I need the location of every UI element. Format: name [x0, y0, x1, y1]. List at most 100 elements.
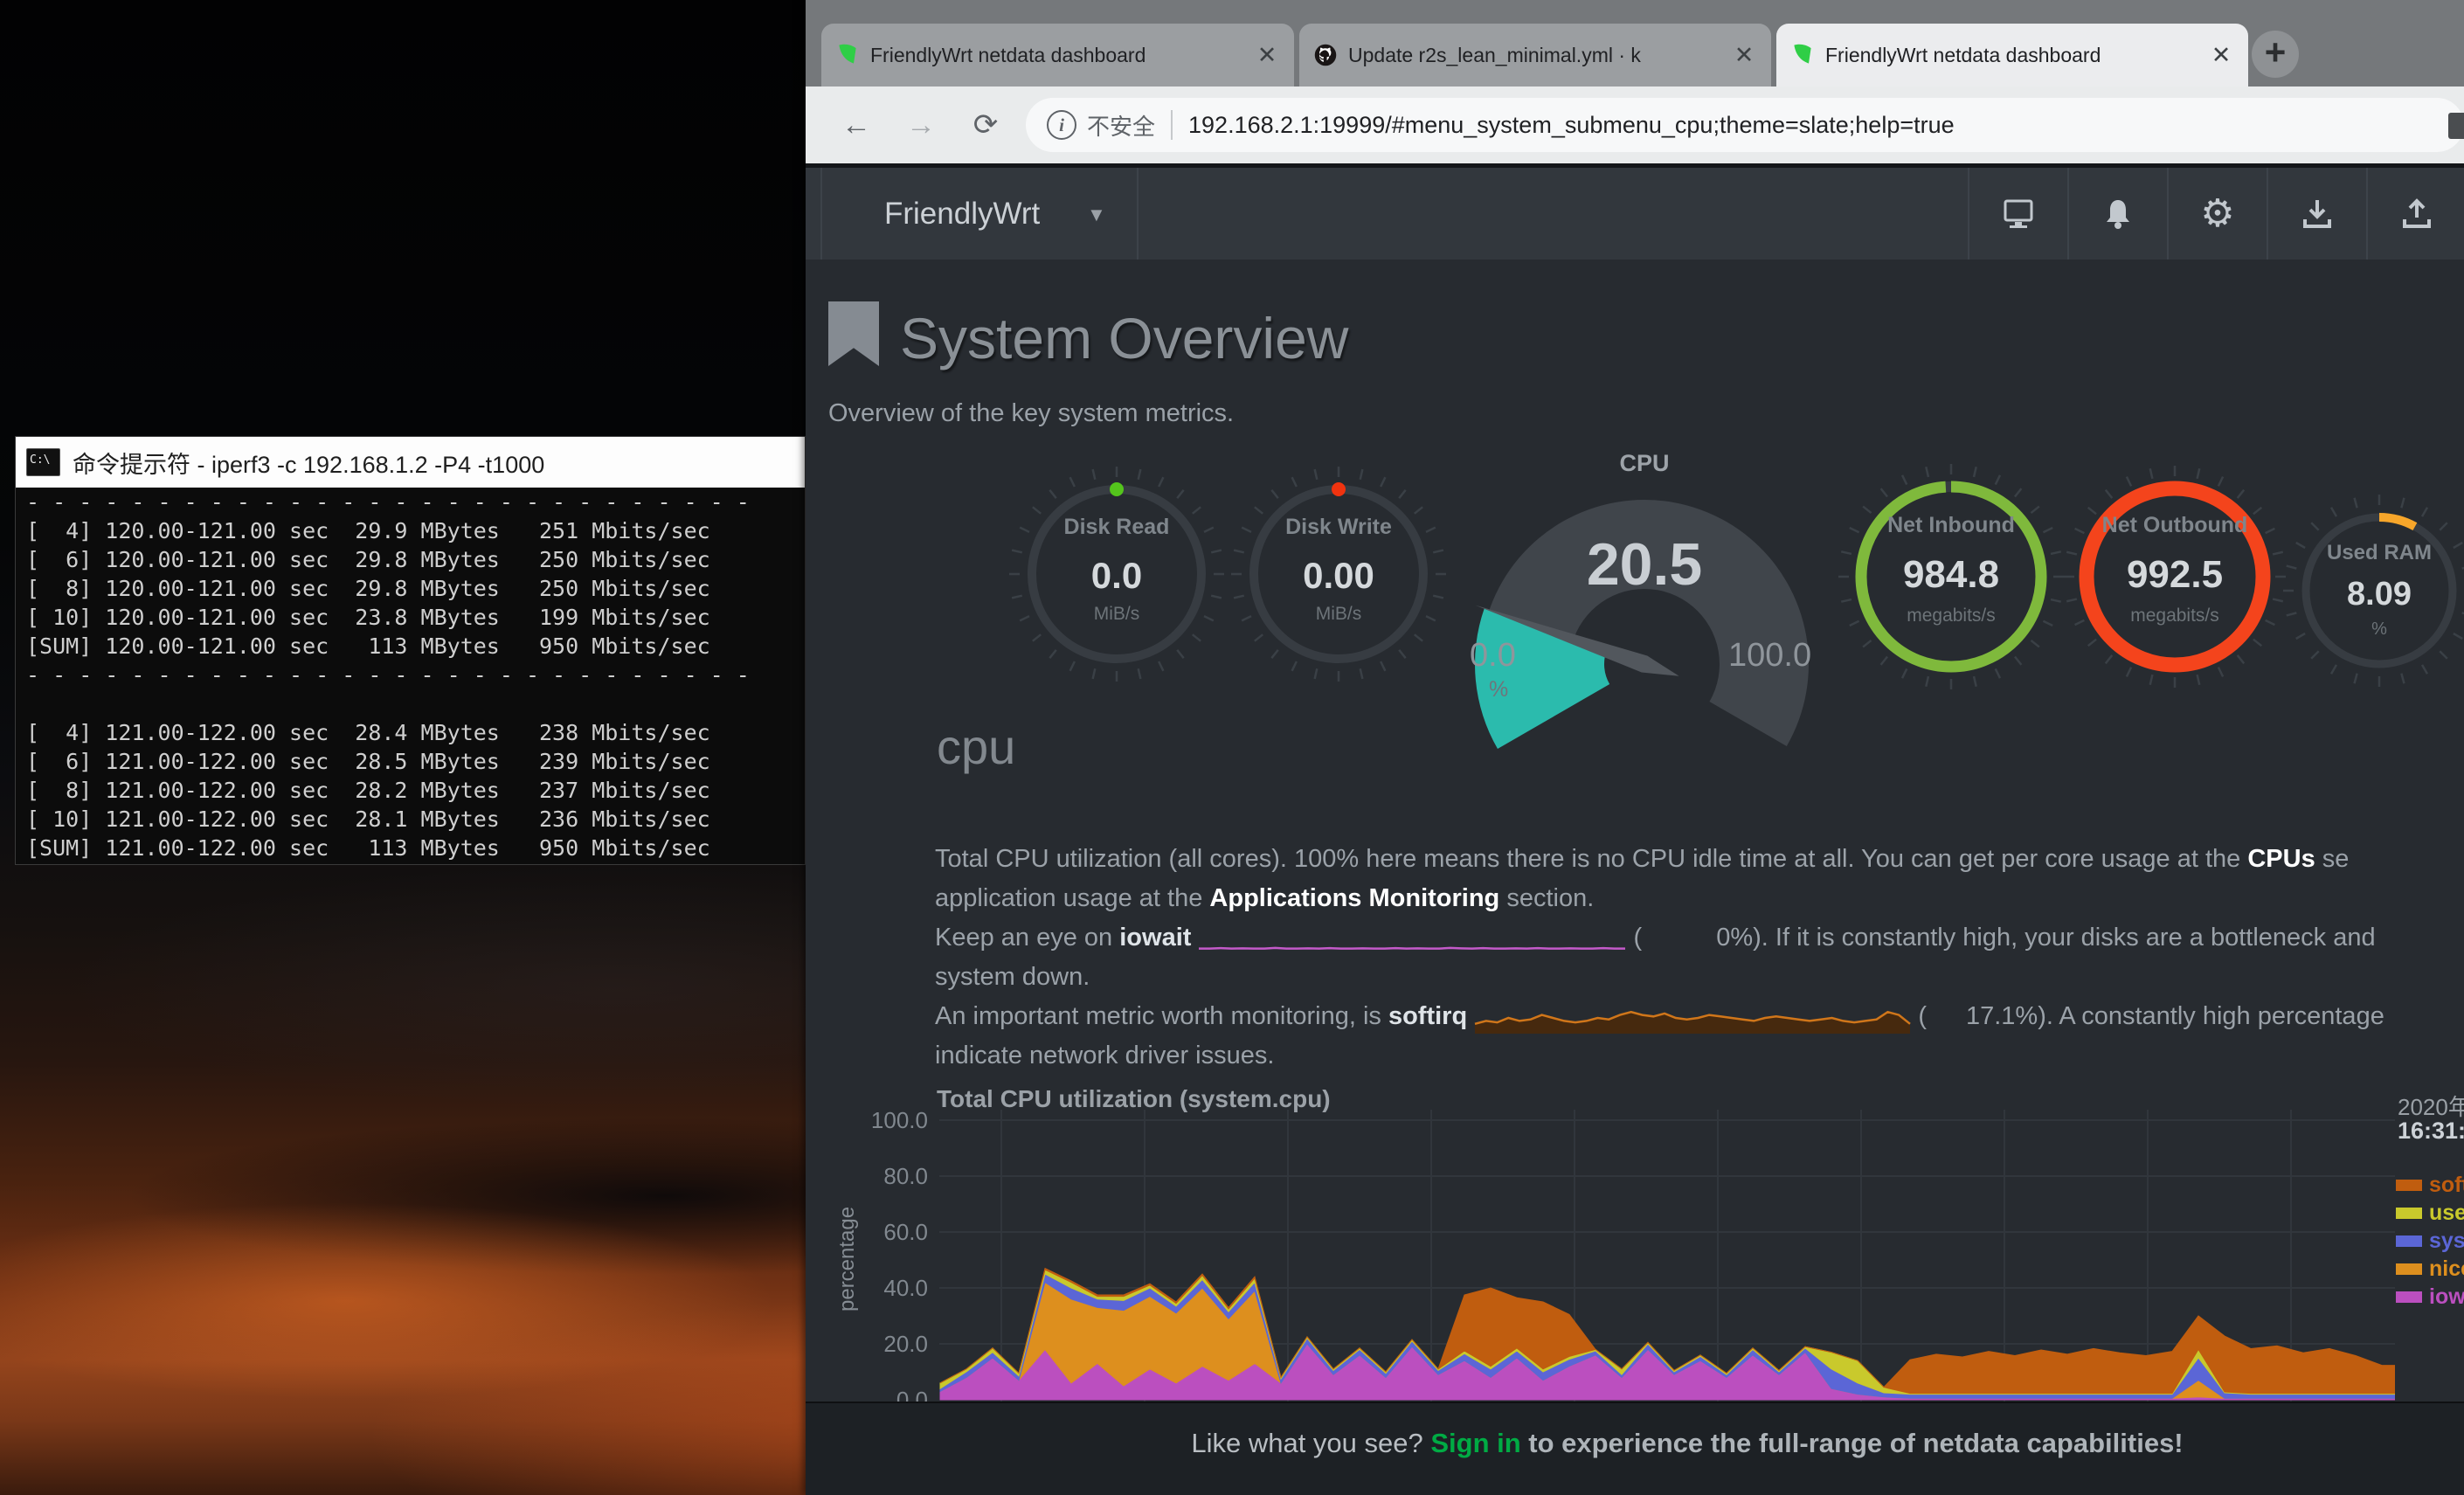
help-text: se	[2315, 845, 2350, 873]
cpu-gauge-value: 20.5	[1548, 530, 1741, 599]
section-heading-cpu: cpu	[937, 718, 1015, 775]
cpu-gauge-min: 0.0	[1470, 637, 1516, 675]
help-text: Total CPU utilization (all cores). 100% …	[935, 845, 2247, 873]
new-tab-button[interactable]: +	[2252, 31, 2299, 78]
import-snapshot-button[interactable]	[2268, 168, 2366, 260]
help-paragraph-line: application usage at the Applications Mo…	[935, 879, 1594, 918]
terminal-line: [ 6] 120.00-121.00 sec 29.8 MBytes 250 M…	[16, 545, 805, 574]
chart-time: 16:31:2	[2398, 1118, 2464, 1145]
url-text[interactable]: 192.168.2.1:19999/#menu_system_submenu_c…	[1188, 112, 1955, 139]
legend-swatch	[2396, 1180, 2422, 1191]
terminal-titlebar[interactable]: C:\ 命令提示符 - iperf3 -c 192.168.1.2 -P4 -t…	[16, 437, 805, 488]
gauge-label: Disk Write	[1251, 515, 1426, 540]
gauge-label: Used RAM	[2292, 541, 2464, 565]
chart-ytick: 80.0	[841, 1163, 928, 1189]
terminal-output: - - - - - - - - - - - - - - - - - - - - …	[16, 488, 805, 864]
help-text: section.	[1499, 884, 1594, 912]
bookmark-star-icon[interactable]	[2448, 113, 2464, 139]
chart-ytick: 40.0	[841, 1275, 928, 1301]
terminal-line: [ 4] 121.00-122.00 sec 28.4 MBytes 238 M…	[16, 718, 805, 747]
legend-swatch	[2396, 1263, 2422, 1275]
alarms-button[interactable]	[2069, 168, 2167, 260]
signin-post: to experience the full-range of netdata …	[1521, 1428, 2184, 1458]
help-text: Keep an eye on	[935, 924, 1119, 952]
tab-close-icon[interactable]: ✕	[2208, 42, 2234, 69]
navbar-divider	[820, 168, 822, 260]
help-paragraph-line: Keep an eye on iowait (0%). If it is con…	[935, 918, 2376, 958]
legend-item[interactable]: system	[2396, 1227, 2464, 1255]
gauges-canvas	[806, 260, 2464, 749]
help-paragraph-line: An important metric worth monitoring, is…	[935, 997, 2384, 1036]
softirq-label: softirq	[1388, 1002, 1467, 1030]
cmd-icon: C:\	[26, 448, 60, 476]
terminal-line	[16, 689, 805, 718]
help-paragraph-line: indicate network driver issues.	[935, 1036, 1274, 1076]
terminal-line: [ 6] 121.00-122.00 sec 28.5 MBytes 239 M…	[16, 747, 805, 776]
browser-window: FriendlyWrt netdata dashboard ✕ Update r…	[806, 0, 2464, 1495]
tab-close-icon[interactable]: ✕	[1731, 42, 1757, 69]
cpu-gauge-title: CPU	[1601, 450, 1688, 477]
tab-netdata-1[interactable]: FriendlyWrt netdata dashboard ✕	[821, 24, 1294, 87]
address-bar[interactable]: i 不安全 192.168.2.1:19999/#menu_system_sub…	[1026, 98, 2464, 152]
netdata-navbar: FriendlyWrt ▼ ⚙	[806, 168, 2464, 260]
cpu-utilization-chart[interactable]	[939, 1110, 2395, 1402]
signin-banner: Like what you see? Sign in to experience…	[806, 1402, 2464, 1495]
export-snapshot-button[interactable]	[2368, 168, 2464, 260]
tab-close-icon[interactable]: ✕	[1254, 42, 1280, 69]
host-dropdown[interactable]: FriendlyWrt	[884, 168, 1040, 260]
tab-netdata-2-active[interactable]: FriendlyWrt netdata dashboard ✕	[1776, 24, 2248, 87]
chevron-down-icon[interactable]: ▼	[1087, 168, 1106, 260]
terminal-line: - - - - - - - - - - - - - - - - - - - - …	[16, 488, 805, 516]
upload-icon	[2401, 198, 2433, 230]
terminal-line: [ 8] 120.00-121.00 sec 29.8 MBytes 250 M…	[16, 574, 805, 603]
legend-item[interactable]: softirq	[2396, 1171, 2464, 1199]
softirq-sparkline	[1474, 998, 1911, 1035]
gauge-unit: MiB/s	[1251, 604, 1426, 625]
legend-label: iowait	[2429, 1284, 2464, 1310]
help-text: An important metric worth monitoring, is	[935, 1002, 1388, 1030]
cpus-link[interactable]: CPUs	[2247, 845, 2315, 873]
tab-title: Update r2s_lean_minimal.yml · k	[1348, 44, 1720, 67]
gauge-value: 0.0	[1029, 555, 1204, 597]
print-dashboard-button[interactable]	[1969, 168, 2067, 260]
legend-item[interactable]: nice	[2396, 1255, 2464, 1283]
help-text: application usage at the	[935, 884, 1209, 912]
tab-github[interactable]: Update r2s_lean_minimal.yml · k ✕	[1299, 24, 1771, 87]
monitor-icon	[2002, 199, 2035, 229]
screen: C:\ 命令提示符 - iperf3 -c 192.168.1.2 -P4 -t…	[0, 0, 2464, 1495]
github-favicon-icon	[1313, 43, 1338, 67]
reload-icon[interactable]: ⟳	[966, 106, 1005, 144]
terminal-line: [ 8] 121.00-122.00 sec 28.2 MBytes 237 M…	[16, 776, 805, 805]
site-info-icon[interactable]: i	[1047, 110, 1076, 140]
security-badge[interactable]: 不安全	[1087, 109, 1155, 142]
legend-swatch	[2396, 1291, 2422, 1303]
sign-in-link[interactable]: Sign in	[1430, 1428, 1520, 1458]
legend-item[interactable]: user	[2396, 1199, 2464, 1227]
iowait-label: iowait	[1119, 924, 1191, 952]
cpu-gauge-max: 100.0	[1728, 637, 1811, 675]
terminal-line: [ 10] 121.00-122.00 sec 28.1 MBytes 236 …	[16, 805, 805, 834]
chart-ytick: 60.0	[841, 1219, 928, 1245]
legend-item[interactable]: iowait	[2396, 1283, 2464, 1311]
navbar-divider	[1137, 168, 1139, 260]
chart-ytick: 0.0	[841, 1387, 928, 1402]
netdata-favicon-icon	[1790, 43, 1815, 67]
applications-monitoring-link[interactable]: Applications Monitoring	[1209, 884, 1499, 912]
terminal-line: [SUM] 120.00-121.00 sec 113 MBytes 950 M…	[16, 632, 805, 661]
back-icon[interactable]: ←	[837, 106, 876, 144]
gauge-value: 8.09	[2292, 576, 2464, 613]
gauge-label: Net Outbound	[2087, 513, 2262, 538]
legend-swatch	[2396, 1235, 2422, 1247]
settings-button[interactable]: ⚙	[2169, 168, 2267, 260]
tab-strip: FriendlyWrt netdata dashboard ✕ Update r…	[806, 0, 2464, 87]
tab-title: FriendlyWrt netdata dashboard	[1825, 44, 2198, 67]
forward-icon[interactable]: →	[902, 106, 940, 144]
terminal-line: [ 10] 120.00-121.00 sec 23.8 MBytes 199 …	[16, 603, 805, 632]
gauge-unit: %	[2292, 619, 2464, 640]
terminal-line: [SUM] 121.00-122.00 sec 113 MBytes 950 M…	[16, 834, 805, 862]
help-paragraph-line: system down.	[935, 958, 1090, 997]
terminal-line: [ 4] 120.00-121.00 sec 29.9 MBytes 251 M…	[16, 516, 805, 545]
gauge-value: 984.8	[1864, 553, 2038, 597]
bell-icon	[2103, 198, 2133, 230]
gauge-label: Disk Read	[1029, 515, 1204, 540]
